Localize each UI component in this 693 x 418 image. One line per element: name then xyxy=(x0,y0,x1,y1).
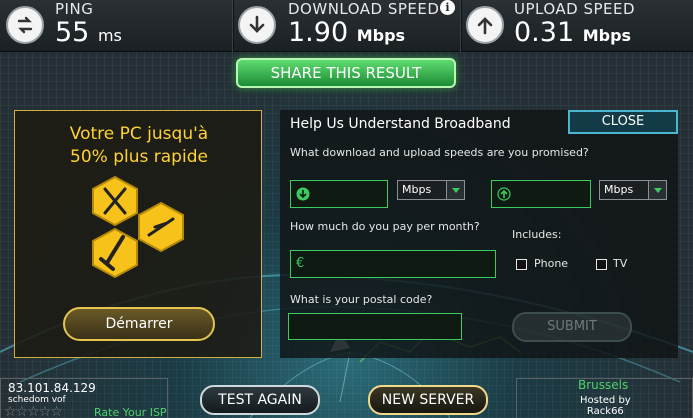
tv-label: TV xyxy=(613,257,628,270)
download-arrow-icon xyxy=(296,187,310,201)
monthly-price-input[interactable]: € xyxy=(290,250,496,278)
server-city: Brussels xyxy=(578,378,629,392)
upload-unit-value: Mbps xyxy=(604,183,634,196)
currency-symbol: € xyxy=(296,256,305,271)
isp-rating-stars[interactable]: ☆☆☆☆☆ xyxy=(4,404,63,418)
chevron-down-icon xyxy=(648,181,666,199)
ad-headline-line-1: Votre PC jusqu'à xyxy=(69,124,209,144)
broadband-survey-panel: Help Us Understand Broadband CLOSE What … xyxy=(280,110,678,358)
tv-checkbox[interactable] xyxy=(596,259,607,270)
submit-button[interactable]: SUBMIT xyxy=(512,312,632,342)
ad-headline: Votre PC jusqu'à 50% plus rapide xyxy=(15,123,263,169)
download-stat: DOWNLOAD SPEED i 1.90 Mbps xyxy=(234,0,460,52)
hosted-by-label: Hosted by xyxy=(580,395,631,406)
ping-unit: ms xyxy=(97,26,122,45)
includes-label: Includes: xyxy=(512,228,562,241)
download-unit: Mbps xyxy=(356,26,406,45)
ad-start-button[interactable]: Démarrer xyxy=(63,307,215,341)
pay-question: How much do you pay per month? xyxy=(290,220,480,233)
new-server-button[interactable]: NEW SERVER xyxy=(368,385,488,415)
ping-stat: PING 55 ms xyxy=(0,0,232,52)
phone-checkbox[interactable] xyxy=(516,259,527,270)
chevron-down-icon xyxy=(446,181,464,199)
close-button[interactable]: CLOSE xyxy=(568,110,678,134)
rate-isp-link[interactable]: Rate Your ISP xyxy=(94,406,167,418)
ping-icon xyxy=(6,6,44,44)
server-host: Hosted by Rack66 xyxy=(580,395,631,417)
promised-upload-input[interactable] xyxy=(491,180,591,208)
postal-code-input[interactable] xyxy=(288,313,462,340)
phone-label: Phone xyxy=(534,257,569,270)
download-unit-value: Mbps xyxy=(402,183,432,196)
speeds-question: What download and upload speeds are you … xyxy=(290,146,589,159)
host-name: Rack66 xyxy=(586,406,624,417)
download-unit-select[interactable]: Mbps xyxy=(397,180,465,200)
postal-question: What is your postal code? xyxy=(290,293,433,306)
promised-download-input[interactable] xyxy=(290,180,388,208)
ad-headline-line-2: 50% plus rapide xyxy=(70,147,208,167)
info-icon[interactable]: i xyxy=(440,0,455,15)
download-label: DOWNLOAD SPEED xyxy=(288,0,440,18)
download-value: 1.90 Mbps xyxy=(288,17,406,48)
test-again-button[interactable]: TEST AGAIN xyxy=(200,385,320,415)
ping-label: PING xyxy=(55,0,94,18)
upload-stat: UPLOAD SPEED 0.31 Mbps xyxy=(462,0,693,52)
upload-arrow-icon xyxy=(466,6,504,44)
upload-unit: Mbps xyxy=(582,26,632,45)
stats-bar: PING 55 ms DOWNLOAD SPEED i 1.90 Mbps UP… xyxy=(0,0,693,52)
tools-hexagon-icon xyxy=(92,175,184,279)
upload-arrow-icon xyxy=(497,187,511,201)
ip-address: 83.101.84.129 xyxy=(8,381,96,395)
download-arrow-icon xyxy=(238,6,276,44)
share-result-button[interactable]: SHARE THIS RESULT xyxy=(236,58,456,88)
survey-title: Help Us Understand Broadband xyxy=(290,116,511,132)
ping-value: 55 ms xyxy=(55,17,122,48)
upload-value: 0.31 Mbps xyxy=(514,17,632,48)
ad-panel[interactable]: Votre PC jusqu'à 50% plus rapide Démarre… xyxy=(14,110,262,358)
upload-unit-select[interactable]: Mbps xyxy=(599,180,667,200)
upload-label: UPLOAD SPEED xyxy=(514,0,636,18)
